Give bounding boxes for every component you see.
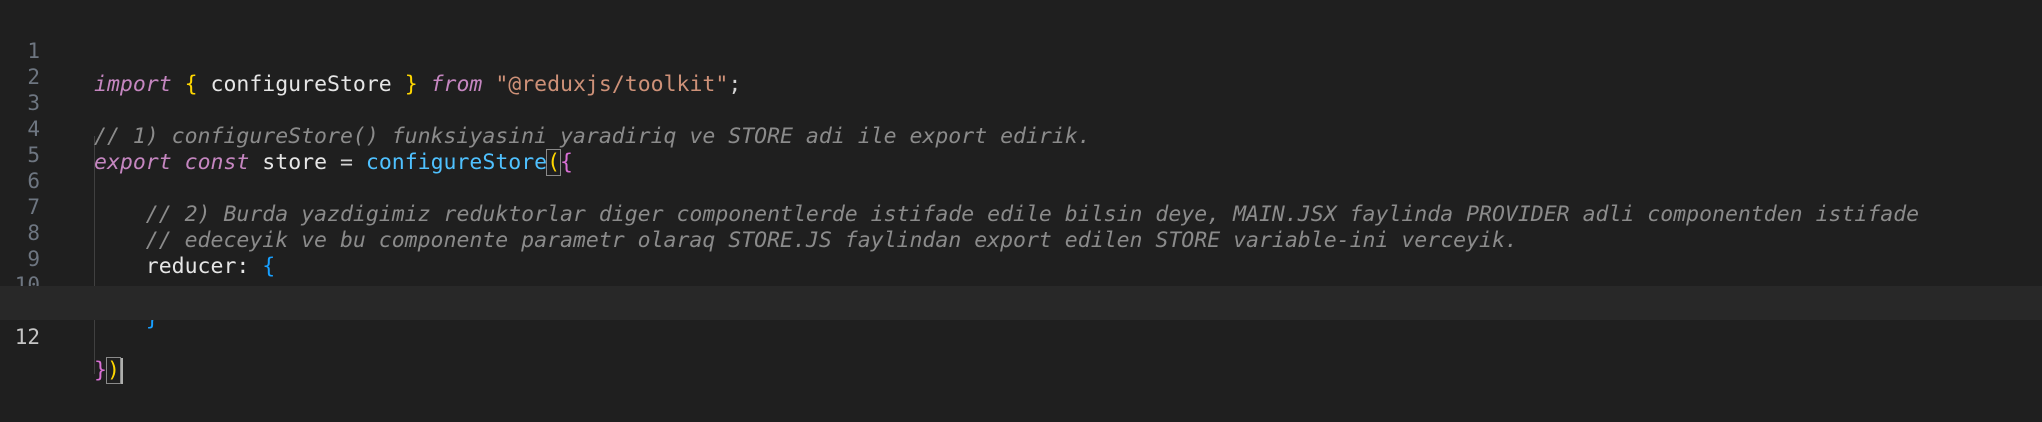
text-cursor [119, 358, 123, 384]
code-editor[interactable]: 1 import { configureStore } from "@redux… [0, 0, 2042, 422]
line-code[interactable]: }) [94, 354, 123, 388]
code-line-current[interactable]: 12 }) [0, 286, 2042, 384]
line-number: 12 [14, 325, 40, 349]
matched-paren-token: ) [105, 357, 121, 384]
brace-token: } [94, 358, 107, 383]
